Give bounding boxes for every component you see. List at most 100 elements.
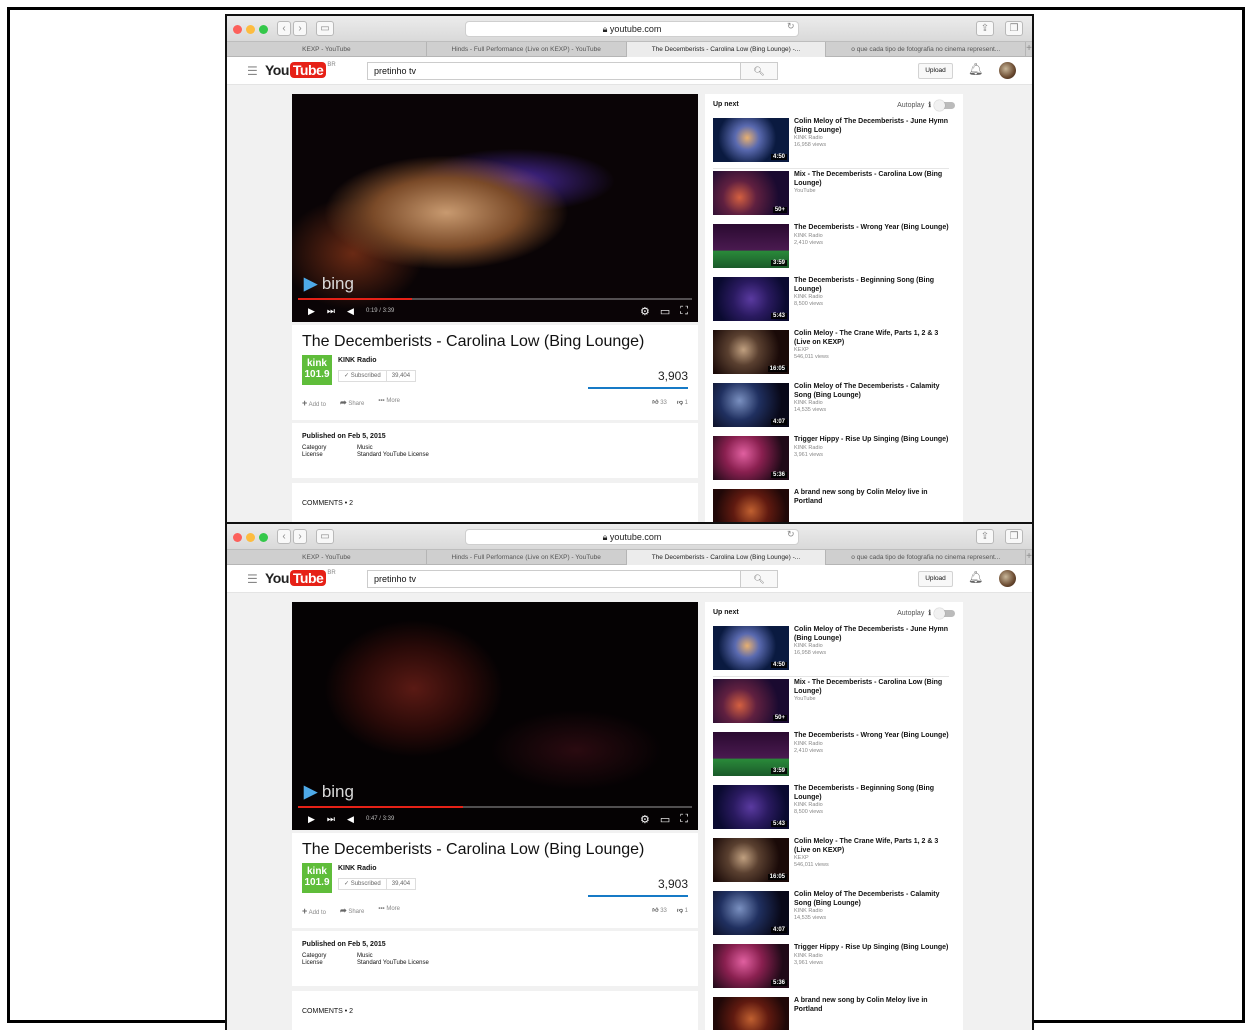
related-video-item[interactable]: 5:43 The Decemberists - Beginning Song (B… [713,277,957,325]
theater-mode-icon[interactable]: ▭ [660,305,670,318]
related-thumbnail[interactable]: 4:50 [713,626,789,670]
dislike-button[interactable]: 👎︎ 1 [677,398,688,406]
tab-kexp[interactable]: KEXP - YouTube [227,42,427,57]
tab-fotografia[interactable]: o que cada tipo de fotografia no cinema … [826,550,1027,565]
theater-mode-icon[interactable]: ▭ [660,813,670,826]
related-thumbnail[interactable]: 5:43 [713,785,789,829]
search-input[interactable]: pretinho tv [367,62,741,80]
related-title[interactable]: The Decemberists - Beginning Song (Bing … [794,277,954,294]
search-input[interactable]: pretinho tv [367,570,741,588]
related-thumbnail[interactable] [713,997,789,1030]
related-video-item[interactable]: 4:50 Colin Meloy of The Decemberists - Ju… [713,626,957,674]
related-thumbnail[interactable]: 5:43 [713,277,789,321]
forward-icon[interactable]: › [293,529,307,544]
info-icon[interactable]: ℹ [928,101,931,109]
related-video-item[interactable]: 16:05 Colin Meloy - The Crane Wife, Parts… [713,330,957,378]
window-controls[interactable] [233,25,268,34]
video-player[interactable]: ▶︎ bing ▶ ⏭ ◀ 0:19 / 3:39 ⚙ ▭ ⛶ [292,94,698,322]
close-window-icon[interactable] [233,25,242,34]
settings-icon[interactable]: ⚙ [640,813,650,826]
like-button[interactable]: 👍︎ 33 [652,398,667,406]
more-button[interactable]: ••• More [378,906,400,916]
related-title[interactable]: A brand new song by Colin Meloy live in … [794,997,954,1014]
video-player[interactable]: ▶︎ bing ▶ ⏭ ◀ 0:47 / 3:39 ⚙ ▭ ⛶ [292,602,698,830]
tab-kexp[interactable]: KEXP - YouTube [227,550,427,565]
share-button[interactable]: ➦ Share [340,906,364,916]
related-video-item[interactable]: A brand new song by Colin Meloy live in … [713,997,957,1030]
window-controls[interactable] [233,533,268,542]
related-thumbnail[interactable]: 4:50 [713,118,789,162]
address-bar[interactable]: 🔒︎ youtube.com [465,529,799,545]
related-thumbnail[interactable]: 50+ [713,171,789,215]
category-value[interactable]: Music [357,953,688,959]
related-title[interactable]: Trigger Hippy - Rise Up Singing (Bing Lo… [794,436,954,445]
related-title[interactable]: The Decemberists - Wrong Year (Bing Loun… [794,224,954,233]
related-title[interactable]: Colin Meloy - The Crane Wife, Parts 1, 2… [794,330,954,347]
related-thumbnail[interactable]: 50+ [713,679,789,723]
related-title[interactable]: The Decemberists - Wrong Year (Bing Loun… [794,732,954,741]
related-title[interactable]: Mix - The Decemberists - Carolina Low (B… [794,679,954,696]
sidebar-icon[interactable]: ▭ [316,21,334,36]
related-video-item[interactable]: 3:59 The Decemberists - Wrong Year (Bing … [713,732,957,780]
category-value[interactable]: Music [357,445,688,451]
more-button[interactable]: ••• More [378,398,400,408]
related-title[interactable]: A brand new song by Colin Meloy live in … [794,489,954,506]
related-video-item[interactable]: 50+ Mix - The Decemberists - Carolina Low… [713,679,957,727]
related-thumbnail[interactable]: 4:07 [713,891,789,935]
back-icon[interactable]: ‹ [277,21,291,36]
tab-fotografia[interactable]: o que cada tipo de fotografia no cinema … [826,42,1027,57]
maximize-window-icon[interactable] [259,533,268,542]
share-icon[interactable]: ⇪ [976,529,994,544]
next-icon[interactable]: ⏭ [327,306,335,317]
related-video-item[interactable]: 4:07 Colin Meloy of The Decemberists - Ca… [713,383,957,431]
share-icon[interactable]: ⇪ [976,21,994,36]
related-thumbnail[interactable]: 5:36 [713,944,789,988]
search-icon[interactable]: 🔍︎ [741,62,778,80]
search-icon[interactable]: 🔍︎ [741,570,778,588]
tab-decemberists[interactable]: The Decemberists - Carolina Low (Bing Lo… [626,550,827,565]
fullscreen-icon[interactable]: ⛶ [680,813,688,826]
reload-icon[interactable]: ↻ [787,529,795,540]
tab-decemberists[interactable]: The Decemberists - Carolina Low (Bing Lo… [626,42,827,57]
back-icon[interactable]: ‹ [277,529,291,544]
upload-button[interactable]: Upload [918,63,953,79]
subscribe-button[interactable]: ✓ Subscribed 39,404 [338,370,417,382]
minimize-window-icon[interactable] [246,533,255,542]
related-title[interactable]: Colin Meloy of The Decemberists - June H… [794,118,954,135]
minimize-window-icon[interactable] [246,25,255,34]
related-thumbnail[interactable]: 16:05 [713,330,789,374]
notifications-icon[interactable]: 🔔︎ [968,570,983,584]
related-title[interactable]: Colin Meloy of The Decemberists - Calami… [794,891,954,908]
reload-icon[interactable]: ↻ [787,21,795,32]
play-icon[interactable]: ▶ [308,814,315,825]
info-icon[interactable]: ℹ [928,609,931,617]
fullscreen-icon[interactable]: ⛶ [680,305,688,318]
related-video-item[interactable]: 5:43 The Decemberists - Beginning Song (B… [713,785,957,833]
youtube-logo[interactable]: You Tube BR [265,62,336,78]
add-to-button[interactable]: + Add to [302,906,326,916]
related-video-item[interactable]: 16:05 Colin Meloy - The Crane Wife, Parts… [713,838,957,886]
subscribe-button[interactable]: ✓ Subscribed 39,404 [338,878,417,890]
related-thumbnail[interactable]: 3:59 [713,732,789,776]
menu-icon[interactable]: ☰ [247,572,258,586]
dislike-button[interactable]: 👎︎ 1 [677,906,688,914]
add-to-button[interactable]: + Add to [302,398,326,408]
related-title[interactable]: Colin Meloy - The Crane Wife, Parts 1, 2… [794,838,954,855]
related-video-item[interactable]: A brand new song by Colin Meloy live in … [713,489,957,523]
related-thumbnail[interactable] [713,489,789,523]
play-icon[interactable]: ▶ [308,306,315,317]
channel-name[interactable]: KINK Radio [338,865,377,872]
related-title[interactable]: Mix - The Decemberists - Carolina Low (B… [794,171,954,188]
channel-name[interactable]: KINK Radio [338,357,377,364]
volume-icon[interactable]: ◀ [347,306,354,317]
sidebar-icon[interactable]: ▭ [316,529,334,544]
channel-logo[interactable]: kink 101.9 [302,355,332,385]
tab-hinds[interactable]: Hinds - Full Performance (Live on KEXP) … [427,550,627,565]
related-thumbnail[interactable]: 3:59 [713,224,789,268]
tabs-overview-icon[interactable]: ❐ [1005,529,1023,544]
related-video-item[interactable]: 5:36 Trigger Hippy - Rise Up Singing (Bin… [713,944,957,992]
related-thumbnail[interactable]: 16:05 [713,838,789,882]
avatar[interactable] [999,62,1016,79]
related-title[interactable]: The Decemberists - Beginning Song (Bing … [794,785,954,802]
forward-icon[interactable]: › [293,21,307,36]
